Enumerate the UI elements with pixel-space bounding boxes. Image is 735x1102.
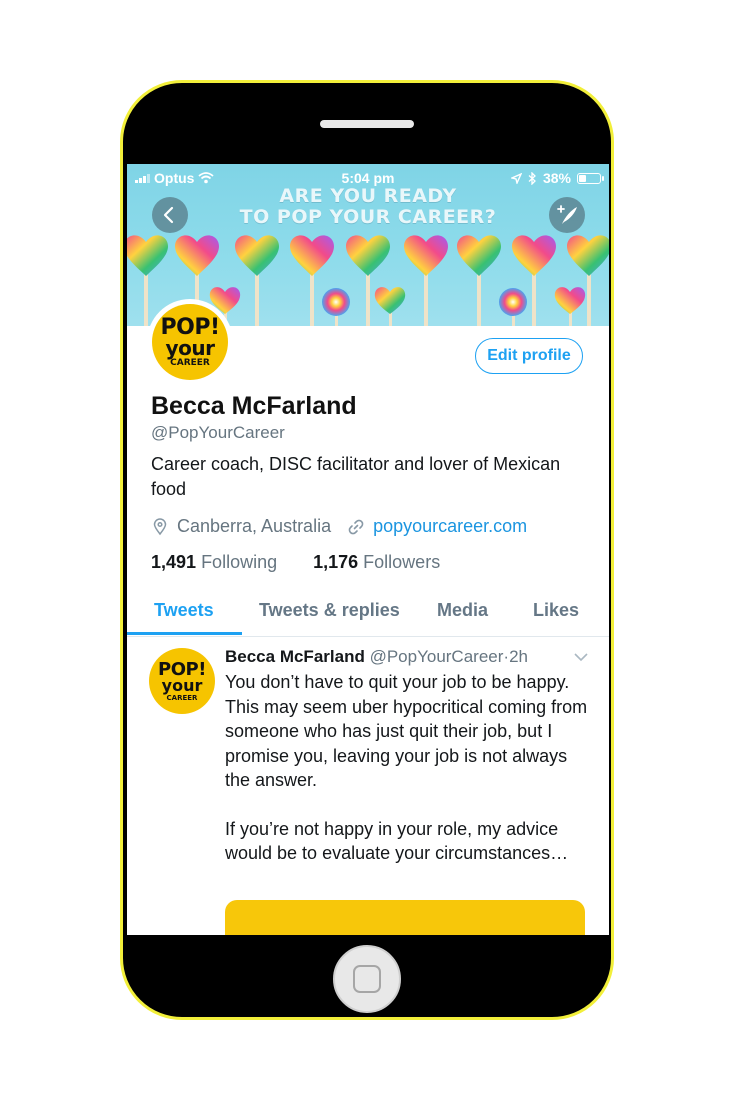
- location-pin-icon: [153, 517, 167, 535]
- website-link[interactable]: popyourcareer.com: [373, 516, 527, 537]
- profile-handle: @PopYourCareer: [151, 423, 285, 442]
- location-arrow-icon: [510, 172, 522, 184]
- following-count[interactable]: 1,491 Following: [151, 552, 277, 573]
- screen: Optus 5:04 pm 38% ARE YOU READY TO POP Y…: [127, 164, 609, 935]
- link-icon: [348, 519, 364, 534]
- following-number: 1,491: [151, 552, 197, 572]
- back-button[interactable]: [152, 197, 188, 233]
- location-text: Canberra, Australia: [177, 516, 332, 536]
- profile-tabs: Tweets Tweets & replies Media Likes: [127, 586, 609, 637]
- battery-percent: 38%: [542, 170, 571, 186]
- chevron-down-icon[interactable]: [573, 652, 589, 662]
- tab-tweets-replies[interactable]: Tweets & replies: [259, 600, 400, 621]
- follow-counts: 1,491 Following 1,176 Followers: [151, 552, 476, 573]
- following-label: Following: [201, 552, 278, 572]
- tab-likes[interactable]: Likes: [533, 600, 579, 621]
- followers-count[interactable]: 1,176 Followers: [313, 552, 440, 573]
- profile-name: Becca McFarland: [151, 392, 357, 420]
- active-tab-indicator: [127, 632, 242, 635]
- compose-icon: [557, 205, 577, 224]
- bluetooth-icon: [528, 171, 536, 185]
- followers-number: 1,176: [313, 552, 359, 572]
- tab-media[interactable]: Media: [437, 600, 488, 621]
- edit-profile-button[interactable]: Edit profile: [475, 338, 583, 374]
- tweet-paragraph-1: You don’t have to quit your job to be ha…: [225, 672, 588, 790]
- tweet-author-handle: @PopYourCareer: [369, 647, 504, 666]
- tweet-logo-line3: CAREER: [166, 693, 198, 702]
- profile-meta: Canberra, Australia popyourcareer.com: [151, 516, 543, 537]
- home-button[interactable]: [333, 945, 401, 1013]
- tweet-age: 2h: [509, 647, 528, 666]
- tweet-logo-line2: your: [161, 675, 203, 695]
- profile-location: Canberra, Australia: [151, 516, 331, 537]
- profile-bio: Career coach, DISC facilitator and lover…: [151, 454, 561, 499]
- compose-button[interactable]: [549, 197, 585, 233]
- avatar-logo: POP! your CAREER: [152, 304, 228, 380]
- profile-avatar[interactable]: POP! your CAREER: [147, 299, 233, 385]
- tweet-avatar[interactable]: POP! your CAREER: [149, 648, 215, 714]
- battery-icon: [577, 172, 604, 184]
- profile-website[interactable]: popyourcareer.com: [347, 516, 527, 537]
- tweet-author-name[interactable]: Becca McFarland: [225, 647, 365, 666]
- tweet-paragraph-2: If you’re not happy in your role, my adv…: [225, 818, 569, 864]
- logo-line2: your: [165, 335, 215, 360]
- followers-label: Followers: [363, 552, 441, 572]
- banner-headline-line1: ARE YOU READY: [279, 185, 457, 207]
- banner-headline-line2: TO POP YOUR CAREER?: [239, 206, 497, 228]
- logo-line3: CAREER: [170, 357, 210, 368]
- tab-tweets[interactable]: Tweets: [154, 600, 214, 621]
- tweet-text: You don’t have to quit your job to be ha…: [225, 670, 595, 866]
- back-arrow-icon: [163, 206, 174, 224]
- phone-speaker: [320, 120, 414, 128]
- tweet-media-card[interactable]: [225, 900, 585, 935]
- tweet-header: Becca McFarland @PopYourCareer·2h: [225, 647, 528, 667]
